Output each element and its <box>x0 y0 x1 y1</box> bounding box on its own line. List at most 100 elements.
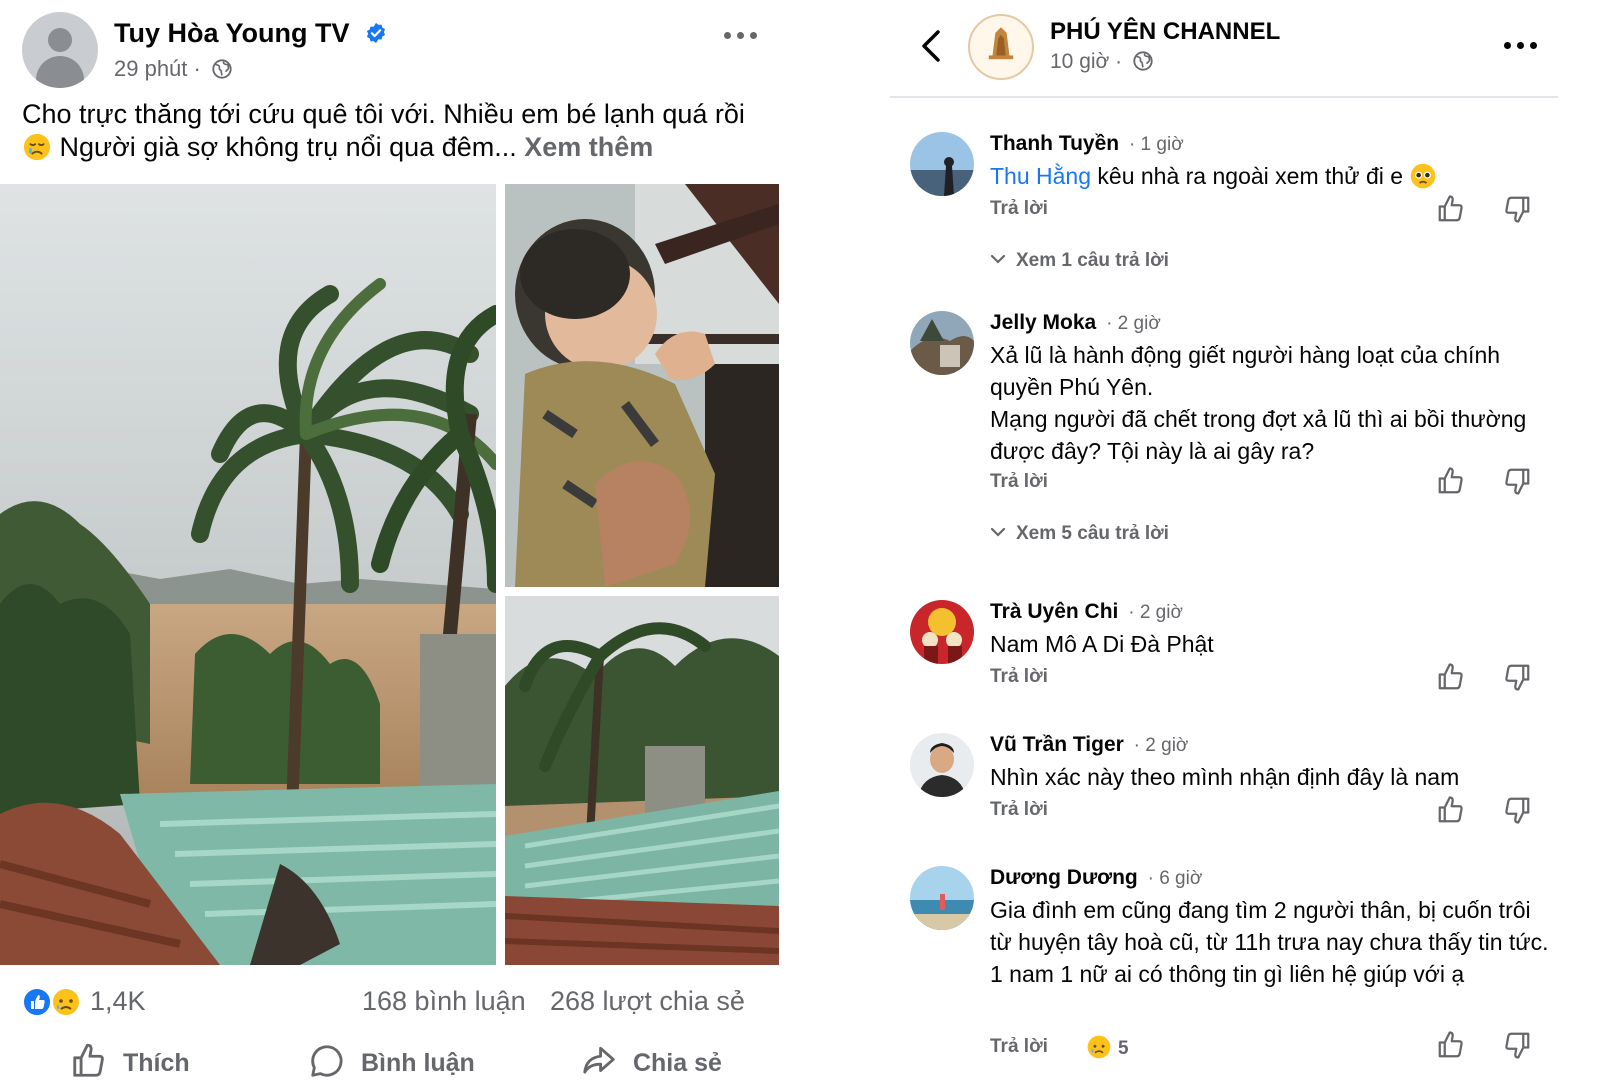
reply-button[interactable]: Trả lời <box>990 198 1048 220</box>
sad-emoji-icon <box>23 133 51 161</box>
post-text-line: Cho trực thăng tới cứu quê tôi với. Nhiề… <box>22 99 745 129</box>
commenter-name[interactable]: Trà Uyên Chi <box>990 600 1118 623</box>
thumbs-down-icon[interactable] <box>1502 1030 1532 1060</box>
commenter-avatar[interactable] <box>910 600 974 664</box>
post-text: Cho trực thăng tới cứu quê tôi với. Nhiề… <box>22 98 762 164</box>
comment-item: Jelly Moka · 2 giờ Xả lũ là hành động gi… <box>910 311 1550 551</box>
photo-child-at-window-image <box>505 184 779 587</box>
page-post-time[interactable]: 10 giờ <box>1050 50 1109 73</box>
panel-more-button[interactable] <box>1502 36 1542 52</box>
reaction-count[interactable]: 1,4K <box>90 986 146 1017</box>
comment-time: · 2 giờ <box>1133 735 1189 756</box>
post-header: Tuy Hòa Young TV 29 phút · <box>22 12 762 92</box>
avatar-photo <box>910 132 974 196</box>
photo-green-roof-flood[interactable] <box>505 596 779 965</box>
author-avatar[interactable] <box>22 12 98 88</box>
thumbs-up-icon[interactable] <box>1436 466 1466 496</box>
post-stats: 1,4K 168 bình luận 268 lượt chia sẻ <box>22 982 762 1022</box>
globe-icon <box>212 59 232 79</box>
chevron-left-icon[interactable] <box>918 28 944 64</box>
comment-body-line: Mạng người đã chết trong đợt xả lũ thì a… <box>990 406 1527 464</box>
reply-button[interactable]: Trả lời <box>990 799 1048 821</box>
commenter-name-row: Dương Dương · 6 giờ <box>990 866 1202 890</box>
thumbs-up-icon[interactable] <box>1436 662 1466 692</box>
comment-text: Thu Hằng kêu nhà ra ngoài xem thử đi e <box>990 160 1550 192</box>
comment-text: Nam Mô A Di Đà Phật <box>990 628 1550 660</box>
comment-reaction-count: 5 <box>1118 1038 1129 1059</box>
comment-button[interactable]: Bình luận <box>308 1042 475 1080</box>
view-replies-button[interactable]: Xem 1 câu trả lời <box>990 250 1169 272</box>
comment-body: Gia đình em cũng đang tìm 2 người thân, … <box>990 897 1549 987</box>
commenter-name[interactable]: Jelly Moka <box>990 311 1096 334</box>
comment-text: Nhìn xác này theo mình nhận định đây là … <box>990 761 1550 793</box>
author-name[interactable]: Tuy Hòa Young TV <box>114 18 350 48</box>
share-arrow-icon <box>583 1046 615 1074</box>
page-logo <box>971 17 1031 77</box>
avatar-photo <box>910 866 974 930</box>
comment-item: Dương Dương · 6 giờ Gia đình em cũng đan… <box>910 866 1550 1066</box>
photo-child-at-window[interactable] <box>505 184 779 587</box>
mention-link[interactable]: Thu Hằng <box>990 163 1091 189</box>
share-count[interactable]: 268 lượt chia sẻ <box>550 986 745 1017</box>
comment-item: Trà Uyên Chi · 2 giờ Nam Mô A Di Đà Phật… <box>910 600 1550 700</box>
chevron-down-icon <box>990 527 1006 537</box>
post-media-grid <box>0 184 779 965</box>
reply-button[interactable]: Trả lời <box>990 1036 1048 1058</box>
avatar-photo <box>910 733 974 797</box>
page-post-meta: 10 giờ · <box>1050 50 1154 74</box>
post-time[interactable]: 29 phút <box>114 56 187 81</box>
like-label: Thích <box>122 1049 190 1077</box>
meta-separator: · <box>1115 50 1123 73</box>
post-meta: 29 phút · <box>114 56 233 82</box>
reaction-icons[interactable] <box>22 986 86 1018</box>
commenter-name[interactable]: Thanh Tuyền <box>990 132 1119 155</box>
reply-button[interactable]: Trả lời <box>990 471 1048 493</box>
reply-button[interactable]: Trả lời <box>990 666 1048 688</box>
commenter-avatar[interactable] <box>910 733 974 797</box>
commenter-avatar[interactable] <box>910 866 974 930</box>
thumbs-down-icon[interactable] <box>1502 795 1532 825</box>
like-button[interactable]: Thích <box>70 1042 190 1080</box>
share-button[interactable]: Chia sẻ <box>580 1042 722 1080</box>
see-more-link[interactable]: Xem thêm <box>524 132 653 162</box>
comment-item: Vũ Trần Tiger · 2 giờ Nhìn xác này theo … <box>910 733 1550 833</box>
header-divider <box>890 96 1558 98</box>
thumbs-down-icon[interactable] <box>1502 194 1532 224</box>
comment-body: Nhìn xác này theo mình nhận định đây là … <box>990 764 1460 790</box>
comment-item: Thanh Tuyền · 1 giờ Thu Hằng kêu nhà ra … <box>910 132 1550 282</box>
comments-panel: PHÚ YÊN CHANNEL 10 giờ · Thanh Tuyền · 1… <box>890 0 1620 1080</box>
view-replies-button[interactable]: Xem 5 câu trả lời <box>990 523 1169 545</box>
facebook-post: Tuy Hòa Young TV 29 phút · Cho trực thăn… <box>0 0 790 1080</box>
comment-time: · 6 giờ <box>1147 868 1203 889</box>
comment-count[interactable]: 168 bình luận <box>362 986 526 1017</box>
commenter-name[interactable]: Dương Dương <box>990 866 1138 889</box>
thumbs-up-icon[interactable] <box>1436 1030 1466 1060</box>
commenter-name-row: Thanh Tuyền · 1 giờ <box>990 132 1184 156</box>
thumbs-down-icon[interactable] <box>1502 662 1532 692</box>
page-name[interactable]: PHÚ YÊN CHANNEL <box>1050 18 1280 46</box>
photo-palm-trees-flood[interactable] <box>0 184 496 965</box>
comment-label: Bình luận <box>360 1049 475 1077</box>
comment-text: Gia đình em cũng đang tìm 2 người thân, … <box>990 894 1550 990</box>
comment-body: Nam Mô A Di Đà Phật <box>990 631 1214 657</box>
page-avatar[interactable] <box>968 14 1034 80</box>
photo-green-roof-flood-image <box>505 596 779 965</box>
author-name-row[interactable]: Tuy Hòa Young TV <box>114 18 387 49</box>
dot <box>750 32 757 39</box>
thumbs-up-icon[interactable] <box>1436 194 1466 224</box>
dot <box>1504 42 1511 49</box>
thumbs-down-icon[interactable] <box>1502 466 1532 496</box>
post-actions: Thích Bình luận Chia sẻ <box>0 1040 779 1080</box>
comment-time: · 2 giờ <box>1128 602 1183 623</box>
verified-badge-icon <box>366 22 386 44</box>
post-text-continued: Người già sợ không trụ nổi qua đêm... <box>59 132 517 162</box>
thumbs-up-icon[interactable] <box>1436 795 1466 825</box>
avatar-photo <box>910 311 974 375</box>
commenter-avatar[interactable] <box>910 132 974 196</box>
post-more-button[interactable] <box>722 26 762 46</box>
commenter-name[interactable]: Vũ Trần Tiger <box>990 733 1124 756</box>
commenter-name-row: Trà Uyên Chi · 2 giờ <box>990 600 1183 624</box>
comment-reaction-summary[interactable]: 5 <box>1086 1034 1129 1060</box>
commenter-avatar[interactable] <box>910 311 974 375</box>
globe-icon <box>1133 51 1153 71</box>
